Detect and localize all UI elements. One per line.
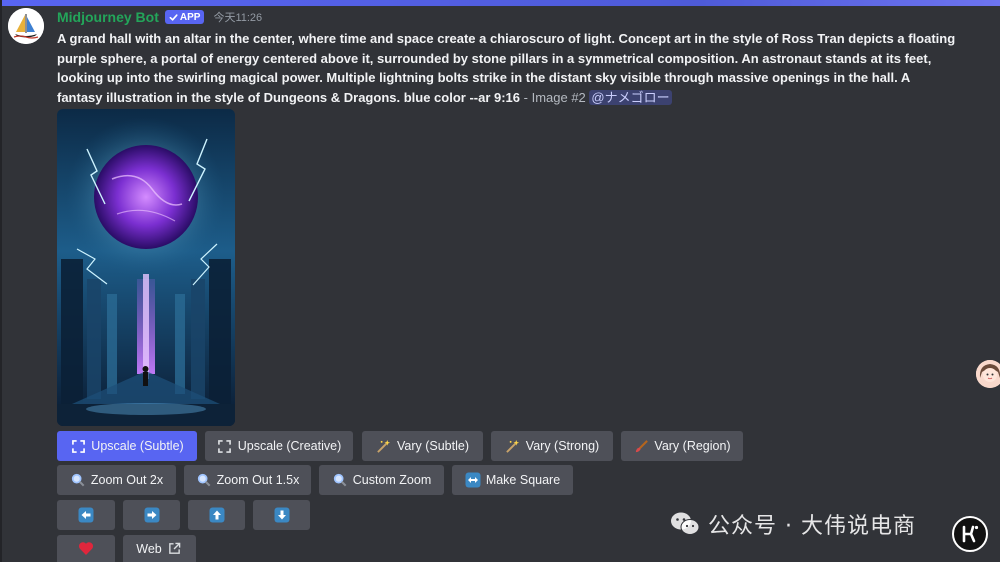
zoom-out-2x-label: Zoom Out 2x xyxy=(90,473,164,487)
brand-logo-icon xyxy=(962,525,979,543)
left-right-arrow-icon xyxy=(465,472,481,488)
user-avatar[interactable] xyxy=(976,360,1000,388)
arrow-up-icon xyxy=(209,507,225,523)
vary-region-button[interactable]: Vary (Region) xyxy=(621,431,743,461)
upscale-subtle-button[interactable]: Upscale (Subtle) xyxy=(57,431,197,461)
paintbrush-icon xyxy=(633,438,649,454)
bot-avatar[interactable] xyxy=(8,8,44,44)
web-button[interactable]: Web xyxy=(123,535,196,562)
app-badge-label: APP xyxy=(179,11,201,23)
pan-right-button[interactable] xyxy=(123,500,180,530)
favorite-button[interactable] xyxy=(57,535,115,562)
pan-left-button[interactable] xyxy=(57,500,115,530)
zoom-out-1-5x-button[interactable]: Zoom Out 1.5x xyxy=(184,465,311,495)
make-square-label: Make Square xyxy=(485,473,561,487)
sailboat-icon xyxy=(8,8,44,44)
left-frame-edge xyxy=(0,0,2,562)
wechat-icon xyxy=(671,512,700,535)
user-mention[interactable]: @ナメゴロー xyxy=(589,89,672,105)
top-accent-strip xyxy=(0,0,1000,6)
checkmark-icon xyxy=(169,13,178,21)
magic-wand-icon xyxy=(376,438,392,454)
external-link-icon xyxy=(167,541,183,557)
fantasy-hall-artwork xyxy=(57,109,235,426)
message-timestamp: 今天11:26 xyxy=(213,12,263,24)
upscale-subtle-label: Upscale (Subtle) xyxy=(91,439,184,453)
upscale-creative-label: Upscale (Creative) xyxy=(237,439,342,453)
magnifier-icon xyxy=(196,472,212,488)
expand-icon xyxy=(217,438,233,454)
arrow-right-icon xyxy=(144,507,160,523)
pan-down-button[interactable] xyxy=(253,500,310,530)
expand-icon xyxy=(70,438,86,454)
watermark-text: 公众号 · 大伟说电商 xyxy=(708,514,916,539)
corner-logo xyxy=(952,516,988,552)
vary-subtle-button[interactable]: Vary (Subtle) xyxy=(362,431,483,461)
vary-strong-label: Vary (Strong) xyxy=(525,439,600,453)
magnifier-icon xyxy=(332,472,348,488)
bot-username[interactable]: Midjourney Bot xyxy=(57,9,159,25)
heart-icon xyxy=(78,541,94,557)
image-suffix: - Image #2 xyxy=(520,89,590,105)
zoom-out-2x-button[interactable]: Zoom Out 2x xyxy=(57,465,176,495)
custom-zoom-label: Custom Zoom xyxy=(352,473,432,487)
vary-subtle-label: Vary (Subtle) xyxy=(396,439,469,453)
web-label: Web xyxy=(136,541,162,556)
zoom-out-1-5x-label: Zoom Out 1.5x xyxy=(216,473,300,487)
magic-wand-icon xyxy=(505,438,521,454)
upscale-creative-button[interactable]: Upscale (Creative) xyxy=(205,431,353,461)
pan-up-button[interactable] xyxy=(188,500,245,530)
magnifier-icon xyxy=(70,472,86,488)
prompt-text: A grand hall with an altar in the center… xyxy=(57,31,956,105)
vary-region-label: Vary (Region) xyxy=(654,439,731,453)
custom-zoom-button[interactable]: Custom Zoom xyxy=(319,465,444,495)
message-header: Midjourney Bot APP 今天11:26 xyxy=(57,9,262,25)
user-avatar-icon xyxy=(976,360,1000,388)
generated-image[interactable] xyxy=(57,109,235,426)
watermark: 公众号 · 大伟说电商 xyxy=(670,508,916,540)
app-badge: APP xyxy=(164,10,205,24)
message-content: A grand hall with an altar in the center… xyxy=(57,29,957,107)
arrow-left-icon xyxy=(78,507,94,523)
arrow-down-icon xyxy=(274,507,290,523)
vary-strong-button[interactable]: Vary (Strong) xyxy=(491,431,613,461)
make-square-button[interactable]: Make Square xyxy=(452,465,573,495)
